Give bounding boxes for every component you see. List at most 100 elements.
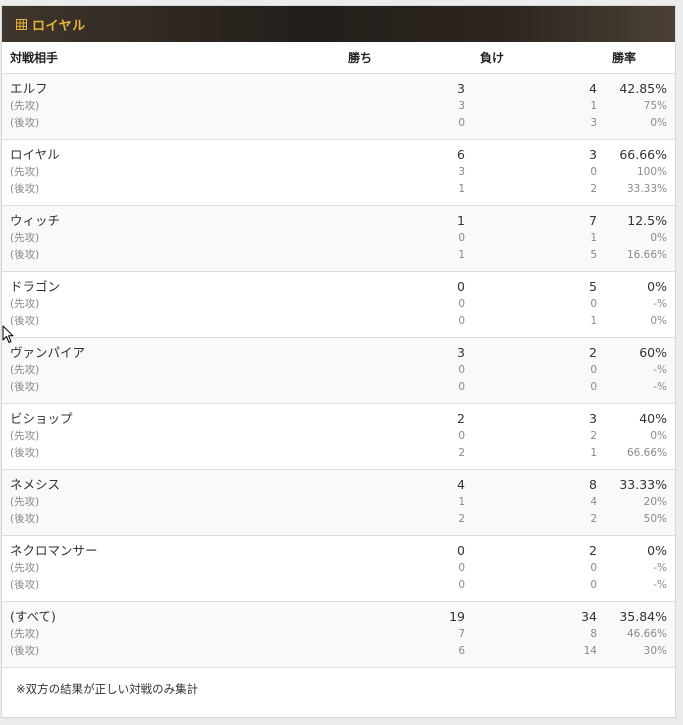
column-header-opponent: 対戦相手	[10, 51, 59, 65]
turn-label: (先攻)	[10, 496, 40, 508]
column-header-losses: 負け	[480, 51, 505, 65]
win-rate-cell: -%	[653, 381, 667, 393]
table-row-second: (後攻) 1 2 33.33%	[2, 181, 675, 198]
losses-cell: 2	[589, 543, 597, 558]
table-row-second: (後攻) 2 1 66.66%	[2, 445, 675, 462]
turn-label: (先攻)	[10, 100, 40, 112]
column-header-wins: 勝ち	[348, 51, 373, 65]
wins-cell: 0	[458, 232, 465, 244]
table-row-second: (後攻) 1 5 16.66%	[2, 247, 675, 264]
wins-cell: 19	[449, 609, 465, 624]
win-rate-cell: 0%	[650, 117, 667, 129]
stats-panel: ロイヤル 対戦相手 勝ち 負け 勝率 エルフ 3 4 42.85% (先攻) 3 1 75%(…	[1, 5, 676, 718]
wins-cell: 0	[458, 364, 465, 376]
table-row-second: (後攻) 2 2 50%	[2, 511, 675, 528]
matchup-group: ウィッチ 1 7 12.5% (先攻) 0 1 0% (後攻) 1 5 16.66%	[2, 206, 675, 272]
losses-cell: 0	[590, 579, 597, 591]
wins-cell: 7	[458, 628, 465, 640]
win-rate-cell: 0%	[647, 279, 667, 294]
turn-label: (先攻)	[10, 562, 40, 574]
wins-cell: 1	[458, 183, 465, 195]
wins-cell: 2	[457, 411, 465, 426]
win-rate-cell: 20%	[643, 496, 667, 508]
table-header: 対戦相手 勝ち 負け 勝率	[2, 42, 675, 74]
losses-cell: 2	[590, 513, 597, 525]
wins-cell: 0	[457, 543, 465, 558]
wins-cell: 0	[458, 298, 465, 310]
wins-cell: 3	[457, 345, 465, 360]
table-row-second: (後攻) 6 14 30%	[2, 643, 675, 660]
column-header-rate: 勝率	[612, 51, 637, 65]
losses-cell: 0	[590, 298, 597, 310]
table-row-first: (先攻) 0 2 0%	[2, 428, 675, 445]
table-row-total: ネクロマンサー 0 2 0%	[2, 542, 675, 559]
table-row-first: (先攻) 0 0 -%	[2, 560, 675, 577]
turn-label: (後攻)	[10, 447, 40, 459]
matchup-group: エルフ 3 4 42.85% (先攻) 3 1 75% (後攻) 0 3 0%	[2, 74, 675, 140]
turn-label: (先攻)	[10, 232, 40, 244]
losses-cell: 34	[581, 609, 597, 624]
table-row-first: (先攻) 3 1 75%	[2, 98, 675, 115]
losses-cell: 3	[589, 411, 597, 426]
win-rate-cell: -%	[653, 364, 667, 376]
losses-cell: 4	[590, 496, 597, 508]
opponent-name: ドラゴン	[10, 279, 61, 294]
win-rate-cell: 40%	[639, 411, 667, 426]
wins-cell: 0	[458, 579, 465, 591]
table-row-total: ネメシス 4 8 33.33%	[2, 476, 675, 493]
wins-cell: 0	[458, 381, 465, 393]
opponent-name: ネクロマンサー	[10, 543, 98, 558]
panel-title: ロイヤル	[32, 18, 86, 34]
turn-label: (後攻)	[10, 645, 40, 657]
losses-cell: 2	[590, 183, 597, 195]
table-row-second: (後攻) 0 1 0%	[2, 313, 675, 330]
losses-cell: 1	[590, 315, 597, 327]
wins-cell: 3	[458, 100, 465, 112]
table-row-second: (後攻) 0 0 -%	[2, 577, 675, 594]
losses-cell: 3	[589, 147, 597, 162]
table-row-first: (先攻) 3 0 100%	[2, 164, 675, 181]
turn-label: (後攻)	[10, 183, 40, 195]
opponent-name: ウィッチ	[10, 213, 61, 228]
opponent-name: ビショップ	[10, 411, 73, 426]
win-rate-cell: 0%	[650, 232, 667, 244]
wins-cell: 6	[457, 147, 465, 162]
panel-header: ロイヤル	[2, 6, 675, 42]
table-row-first: (先攻) 0 0 -%	[2, 362, 675, 379]
win-rate-cell: 0%	[647, 543, 667, 558]
win-rate-cell: 66.66%	[626, 447, 667, 459]
wins-cell: 3	[458, 166, 465, 178]
matchup-group: ネクロマンサー 0 2 0% (先攻) 0 0 -% (後攻) 0 0 -%	[2, 536, 675, 602]
win-rate-cell: 46.66%	[626, 628, 667, 640]
wins-cell: 6	[458, 645, 465, 657]
win-rate-cell: 30%	[643, 645, 667, 657]
table-row-total: ビショップ 2 3 40%	[2, 410, 675, 427]
win-rate-cell: 12.5%	[627, 213, 667, 228]
table-row-first: (先攻) 1 4 20%	[2, 494, 675, 511]
losses-cell: 14	[583, 645, 597, 657]
turn-label: (後攻)	[10, 381, 40, 393]
opponent-name: ネメシス	[10, 477, 61, 492]
losses-cell: 3	[590, 117, 597, 129]
losses-cell: 1	[590, 447, 597, 459]
matchup-group: (すべて) 19 34 35.84% (先攻) 7 8 46.66% (後攻) 6 14 30%	[2, 602, 675, 668]
turn-label: (後攻)	[10, 315, 40, 327]
win-rate-cell: 60%	[639, 345, 667, 360]
win-rate-cell: 33.33%	[619, 477, 667, 492]
wins-cell: 1	[457, 213, 465, 228]
losses-cell: 2	[590, 430, 597, 442]
turn-label: (後攻)	[10, 117, 40, 129]
opponent-name: ロイヤル	[10, 147, 60, 162]
losses-cell: 1	[590, 100, 597, 112]
table-row-second: (後攻) 0 0 -%	[2, 379, 675, 396]
losses-cell: 0	[590, 364, 597, 376]
matchup-group: ビショップ 2 3 40% (先攻) 0 2 0% (後攻) 2 1 66.66%	[2, 404, 675, 470]
table-row-total: ドラゴン 0 5 0%	[2, 278, 675, 295]
turn-label: (先攻)	[10, 298, 40, 310]
win-rate-cell: 50%	[643, 513, 667, 525]
losses-cell: 7	[589, 213, 597, 228]
matchup-group: ヴァンパイア 3 2 60% (先攻) 0 0 -% (後攻) 0 0 -%	[2, 338, 675, 404]
table-row-first: (先攻) 0 1 0%	[2, 230, 675, 247]
opponent-name: エルフ	[10, 81, 48, 96]
win-rate-cell: 33.33%	[626, 183, 667, 195]
